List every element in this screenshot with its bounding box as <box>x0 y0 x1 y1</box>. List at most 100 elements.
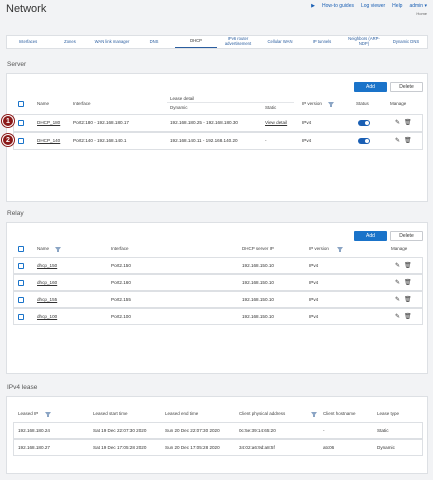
relay-dhcp-ip: 192.168.150.10 <box>242 263 274 268</box>
filter-icon[interactable] <box>337 247 343 252</box>
top-links: ▶ How-to guides Log viewer Help admin ▾ <box>311 3 427 9</box>
relay-col-ip-version: IP version <box>309 246 329 251</box>
relay-interface: Port2.155 <box>111 297 131 302</box>
row-marker-1: 1 <box>2 115 14 127</box>
lease-type: Static <box>377 428 389 433</box>
status-toggle[interactable] <box>358 138 370 144</box>
tab-zones[interactable]: Zones <box>49 36 91 48</box>
log-viewer-link[interactable]: Log viewer <box>361 3 385 9</box>
server-col-manage: Manage <box>390 101 407 106</box>
server-dynamic-range: 192.168.140.11 - 192.168.140.20 <box>170 138 238 143</box>
tab-dynamic-dns[interactable]: Dynamic DNS <box>385 36 427 48</box>
row-checkbox[interactable] <box>18 120 24 126</box>
relay-col-name: Name <box>37 246 50 251</box>
tab-neighbors[interactable]: Neighbors (ARP-NDP) <box>343 36 385 48</box>
relay-name-link[interactable]: dhcp_160 <box>37 280 57 285</box>
relay-add-button[interactable]: Add <box>354 231 387 241</box>
server-name-link[interactable]: DHCP_180 <box>37 120 60 125</box>
server-col-ip-version: IP version <box>302 101 322 106</box>
row-checkbox[interactable] <box>18 263 24 269</box>
server-col-dynamic: Dynamic <box>170 105 188 110</box>
edit-icon[interactable]: ✎ <box>395 296 400 303</box>
relay-ip-version: IPv4 <box>309 280 319 285</box>
lease-header-divider <box>167 102 294 103</box>
row-checkbox[interactable] <box>18 138 24 144</box>
server-static: - <box>265 138 267 143</box>
delete-icon[interactable]: 🗑 <box>404 119 412 126</box>
delete-icon[interactable]: 🗑 <box>404 313 412 320</box>
tab-interfaces[interactable]: Interfaces <box>7 36 49 48</box>
delete-icon[interactable]: 🗑 <box>404 137 412 144</box>
lease-col-start: Leased start time <box>93 411 128 416</box>
tab-dhcp[interactable]: DHCP <box>175 36 217 48</box>
relay-ip-version: IPv4 <box>309 314 319 319</box>
server-name-link[interactable]: DHCP_140 <box>37 138 60 143</box>
filter-icon[interactable] <box>311 412 317 417</box>
row-checkbox[interactable] <box>18 314 24 320</box>
relay-section-title: Relay <box>7 210 24 217</box>
lease-hostname: atc06 <box>323 445 335 450</box>
relay-select-all-checkbox[interactable] <box>18 246 24 252</box>
video-icon[interactable]: ▶ <box>311 3 315 9</box>
server-interface: Port2:180 - 192.168.180.17 <box>73 120 129 125</box>
row-checkbox[interactable] <box>18 297 24 303</box>
server-delete-button[interactable]: Delete <box>390 82 423 92</box>
tab-ip-tunnels[interactable]: IP tunnels <box>301 36 343 48</box>
delete-icon[interactable]: 🗑 <box>404 296 412 303</box>
lease-col-hostname: Client hostname <box>323 411 356 416</box>
table-row <box>13 274 423 291</box>
view-detail-link[interactable]: View detail <box>265 120 287 125</box>
server-col-name: Name <box>37 101 50 106</box>
lease-col-mac: Client physical address <box>239 411 286 416</box>
table-row <box>13 291 423 308</box>
filter-icon[interactable] <box>45 412 51 417</box>
server-ip-version: IPv4 <box>302 120 312 125</box>
edit-icon[interactable]: ✎ <box>395 262 400 269</box>
lease-end: Sun 20 Dec 17:05:28 2020 <box>165 445 220 450</box>
relay-col-interface: Interface <box>111 246 129 251</box>
relay-name-link[interactable]: dhcp_100 <box>37 314 57 319</box>
row-marker-2: 2 <box>2 134 14 146</box>
lease-panel: Leased IP Leased start time Leased end t… <box>6 396 428 474</box>
server-ip-version: IPv4 <box>302 138 312 143</box>
edit-icon[interactable]: ✎ <box>395 279 400 286</box>
table-row <box>13 257 423 274</box>
admin-menu[interactable]: admin ▾ <box>409 3 427 9</box>
lease-ip: 192.168.180.24 <box>18 428 50 433</box>
tab-cellular-wan[interactable]: Cellular WAN <box>259 36 301 48</box>
tab-bar: Interfaces Zones WAN link manager DNS DH… <box>6 35 428 49</box>
row-checkbox[interactable] <box>18 280 24 286</box>
lease-end: Sun 20 Dec 22:07:30 2020 <box>165 428 220 433</box>
server-interface: Port2:140 - 192.168.140.1 <box>73 138 127 143</box>
lease-mac: 0c:5e:39:14:65:20 <box>239 428 276 433</box>
how-to-guides-link[interactable]: How-to guides <box>322 3 354 9</box>
relay-delete-button[interactable]: Delete <box>390 231 423 241</box>
server-col-static: Static <box>265 105 277 110</box>
relay-ip-version: IPv4 <box>309 263 319 268</box>
lease-col-type: Lease type <box>377 411 400 416</box>
relay-name-link[interactable]: dhcp_150 <box>37 263 57 268</box>
lease-start: Sat 19 Dec 17:05:28 2020 <box>93 445 147 450</box>
delete-icon[interactable]: 🗑 <box>404 262 412 269</box>
lease-mac: 34:02:a6:9d:a8:5f <box>239 445 275 450</box>
lease-ip: 192.168.180.27 <box>18 445 50 450</box>
tab-ipv6-router-advertisement[interactable]: IPv6 router advertisement <box>217 36 259 48</box>
page-title: Network <box>6 3 47 15</box>
relay-name-link[interactable]: dhcp_155 <box>37 297 57 302</box>
filter-icon[interactable] <box>328 102 334 107</box>
server-panel: Add Delete Name Interface Lease detail D… <box>6 73 428 202</box>
tab-dns[interactable]: DNS <box>133 36 175 48</box>
filter-icon[interactable] <box>55 247 61 252</box>
server-section-title: Server <box>7 61 27 68</box>
status-toggle[interactable] <box>358 120 370 126</box>
server-add-button[interactable]: Add <box>354 82 387 92</box>
edit-icon[interactable]: ✎ <box>395 119 400 126</box>
server-select-all-checkbox[interactable] <box>18 101 24 107</box>
relay-col-dhcp-server-ip: DHCP server IP <box>242 246 274 251</box>
edit-icon[interactable]: ✎ <box>395 313 400 320</box>
relay-panel: Add Delete Name Interface DHCP server IP… <box>6 222 428 374</box>
edit-icon[interactable]: ✎ <box>395 137 400 144</box>
tab-wan-link-manager[interactable]: WAN link manager <box>91 36 133 48</box>
delete-icon[interactable]: 🗑 <box>404 279 412 286</box>
help-link[interactable]: Help <box>392 3 402 9</box>
